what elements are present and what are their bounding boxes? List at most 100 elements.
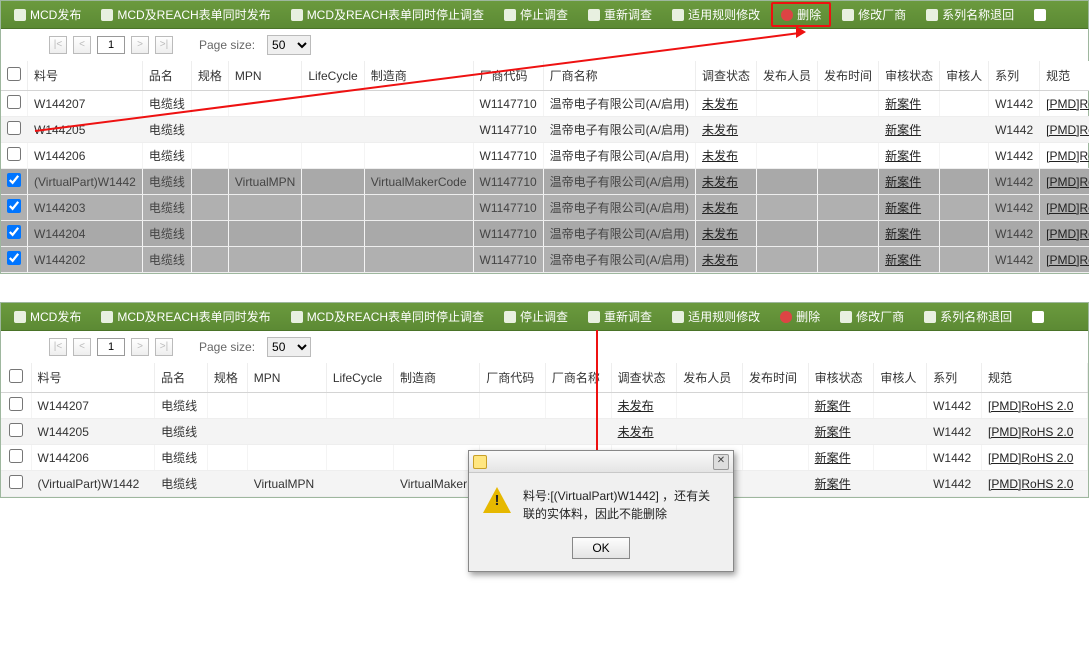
cell-link[interactable]: [PMD]RoHS 2.0 bbox=[1046, 123, 1089, 137]
dialog-close-button[interactable]: ✕ bbox=[713, 454, 729, 470]
row-checkbox[interactable] bbox=[7, 121, 21, 135]
toolbar-MCD及REACH表单同时停止调查[interactable]: MCD及REACH表单同时停止调查 bbox=[282, 3, 493, 26]
toolbar-MCD发布[interactable]: MCD发布 bbox=[5, 305, 90, 328]
column-header[interactable]: 规范 bbox=[982, 363, 1088, 393]
toolbar-mail[interactable] bbox=[1025, 6, 1059, 24]
column-header[interactable]: 发布时间 bbox=[742, 363, 808, 393]
column-header[interactable]: 调查状态 bbox=[611, 363, 677, 393]
row-checkbox[interactable] bbox=[9, 449, 23, 463]
cell-link[interactable]: 新案件 bbox=[885, 201, 921, 215]
column-header[interactable]: 厂商代码 bbox=[473, 61, 543, 91]
pager-prev[interactable]: < bbox=[73, 338, 91, 356]
column-header[interactable]: 品名 bbox=[142, 61, 191, 91]
cell-link[interactable]: 新案件 bbox=[885, 253, 921, 267]
row-checkbox[interactable] bbox=[7, 173, 21, 187]
cell-link[interactable]: 新案件 bbox=[885, 175, 921, 189]
toolbar-系列名称退回[interactable]: 系列名称退回 bbox=[917, 3, 1023, 26]
pager-first[interactable]: |< bbox=[49, 36, 67, 54]
table-row[interactable]: (VirtualPart)W1442电缆线VirtualMPNVirtualMa… bbox=[1, 169, 1089, 195]
cell-link[interactable]: 未发布 bbox=[702, 149, 738, 163]
column-header[interactable]: 厂商名称 bbox=[543, 61, 695, 91]
toolbar-适用规则修改[interactable]: 适用规则修改 bbox=[663, 305, 769, 328]
column-header[interactable]: MPN bbox=[247, 363, 326, 393]
table-row[interactable]: W144202电缆线W1147710温帝电子有限公司(A/启用)未发布新案件W1… bbox=[1, 247, 1089, 273]
column-header[interactable]: 发布人员 bbox=[677, 363, 743, 393]
toolbar-mail[interactable] bbox=[1023, 308, 1057, 326]
cell-link[interactable]: 未发布 bbox=[702, 97, 738, 111]
cell-link[interactable]: 新案件 bbox=[885, 149, 921, 163]
cell-link[interactable]: [PMD]RoHS 2.0 bbox=[1046, 149, 1089, 163]
cell-link[interactable]: [PMD]RoHS 2.0 bbox=[988, 425, 1073, 439]
toolbar-适用规则修改[interactable]: 适用规则修改 bbox=[663, 3, 769, 26]
select-all-checkbox[interactable] bbox=[7, 67, 21, 81]
column-header[interactable]: LifeCycle bbox=[326, 363, 393, 393]
row-checkbox[interactable] bbox=[9, 397, 23, 411]
toolbar-MCD及REACH表单同时发布[interactable]: MCD及REACH表单同时发布 bbox=[92, 305, 279, 328]
cell-link[interactable]: [PMD]RoHS 2.0 bbox=[1046, 175, 1089, 189]
toolbar-删除[interactable]: 删除 bbox=[771, 2, 831, 27]
pager-next[interactable]: > bbox=[131, 36, 149, 54]
row-checkbox[interactable] bbox=[9, 475, 23, 489]
cell-link[interactable]: [PMD]RoHS 2.0 bbox=[1046, 253, 1089, 267]
cell-link[interactable]: 新案件 bbox=[885, 97, 921, 111]
page-size-select[interactable]: 50 bbox=[267, 337, 311, 357]
toolbar-停止调查[interactable]: 停止调查 bbox=[495, 305, 577, 328]
page-size-select[interactable]: 50 bbox=[267, 35, 311, 55]
column-header[interactable]: 制造商 bbox=[393, 363, 479, 393]
column-header[interactable]: 料号 bbox=[31, 363, 155, 393]
dialog-ok-button[interactable]: OK bbox=[572, 537, 630, 559]
cell-link[interactable]: [PMD]RoHS 2.0 bbox=[988, 399, 1073, 413]
row-checkbox[interactable] bbox=[7, 95, 21, 109]
row-checkbox[interactable] bbox=[7, 199, 21, 213]
table-row[interactable]: W144204电缆线W1147710温帝电子有限公司(A/启用)未发布新案件W1… bbox=[1, 221, 1089, 247]
toolbar-重新调查[interactable]: 重新调查 bbox=[579, 305, 661, 328]
column-header[interactable]: 系列 bbox=[989, 61, 1040, 91]
column-header[interactable]: 厂商代码 bbox=[480, 363, 546, 393]
toolbar-删除[interactable]: 删除 bbox=[771, 305, 829, 328]
column-header[interactable]: 发布人员 bbox=[757, 61, 818, 91]
column-header[interactable]: 制造商 bbox=[364, 61, 473, 91]
cell-link[interactable]: 未发布 bbox=[702, 201, 738, 215]
pager-page-input[interactable] bbox=[97, 338, 125, 356]
table-row[interactable]: W144206电缆线W1147710温帝电子有限公司(A/启用)未发布新案件W1… bbox=[1, 143, 1089, 169]
column-header[interactable]: 审核状态 bbox=[879, 61, 940, 91]
table-row[interactable]: W144207电缆线未发布新案件W1442[PMD]RoHS 2.0 bbox=[1, 393, 1088, 419]
cell-link[interactable]: 未发布 bbox=[702, 123, 738, 137]
cell-link[interactable]: [PMD]RoHS 2.0 bbox=[988, 451, 1073, 465]
cell-link[interactable]: 未发布 bbox=[702, 253, 738, 267]
column-header[interactable]: 规范 bbox=[1040, 61, 1089, 91]
column-header[interactable]: 系列 bbox=[927, 363, 982, 393]
table-row[interactable]: W144205电缆线W1147710温帝电子有限公司(A/启用)未发布新案件W1… bbox=[1, 117, 1089, 143]
toolbar-修改厂商[interactable]: 修改厂商 bbox=[833, 3, 915, 26]
pager-first[interactable]: |< bbox=[49, 338, 67, 356]
table-row[interactable]: W144205电缆线未发布新案件W1442[PMD]RoHS 2.0 bbox=[1, 419, 1088, 445]
pager-page-input[interactable] bbox=[97, 36, 125, 54]
cell-link[interactable]: 新案件 bbox=[885, 123, 921, 137]
pager-next[interactable]: > bbox=[131, 338, 149, 356]
column-header[interactable]: 审核状态 bbox=[808, 363, 874, 393]
toolbar-停止调查[interactable]: 停止调查 bbox=[495, 3, 577, 26]
cell-link[interactable]: [PMD]RoHS 2.0 bbox=[1046, 201, 1089, 215]
cell-link[interactable]: 未发布 bbox=[618, 425, 654, 439]
cell-link[interactable]: [PMD]RoHS 2.0 bbox=[1046, 97, 1089, 111]
cell-link[interactable]: 新案件 bbox=[815, 399, 851, 413]
column-header[interactable]: MPN bbox=[228, 61, 301, 91]
column-header[interactable]: 厂商名称 bbox=[545, 363, 611, 393]
column-header[interactable]: 调查状态 bbox=[696, 61, 757, 91]
table-row[interactable]: W144207电缆线W1147710温帝电子有限公司(A/启用)未发布新案件W1… bbox=[1, 91, 1089, 117]
select-all-checkbox[interactable] bbox=[9, 369, 23, 383]
toolbar-修改厂商[interactable]: 修改厂商 bbox=[831, 305, 913, 328]
pager-prev[interactable]: < bbox=[73, 36, 91, 54]
cell-link[interactable]: [PMD]RoHS 2.0 bbox=[1046, 227, 1089, 241]
column-header[interactable]: 审核人 bbox=[874, 363, 927, 393]
row-checkbox[interactable] bbox=[7, 251, 21, 265]
toolbar-MCD及REACH表单同时停止调查[interactable]: MCD及REACH表单同时停止调查 bbox=[282, 305, 493, 328]
cell-link[interactable]: 未发布 bbox=[702, 175, 738, 189]
toolbar-系列名称退回[interactable]: 系列名称退回 bbox=[915, 305, 1021, 328]
table-row[interactable]: W144203电缆线W1147710温帝电子有限公司(A/启用)未发布新案件W1… bbox=[1, 195, 1089, 221]
cell-link[interactable]: 新案件 bbox=[815, 425, 851, 439]
column-header[interactable]: 审核人 bbox=[940, 61, 989, 91]
pager-last[interactable]: >| bbox=[155, 36, 173, 54]
cell-link[interactable]: 新案件 bbox=[815, 451, 851, 465]
cell-link[interactable]: [PMD]RoHS 2.0 bbox=[988, 477, 1073, 491]
